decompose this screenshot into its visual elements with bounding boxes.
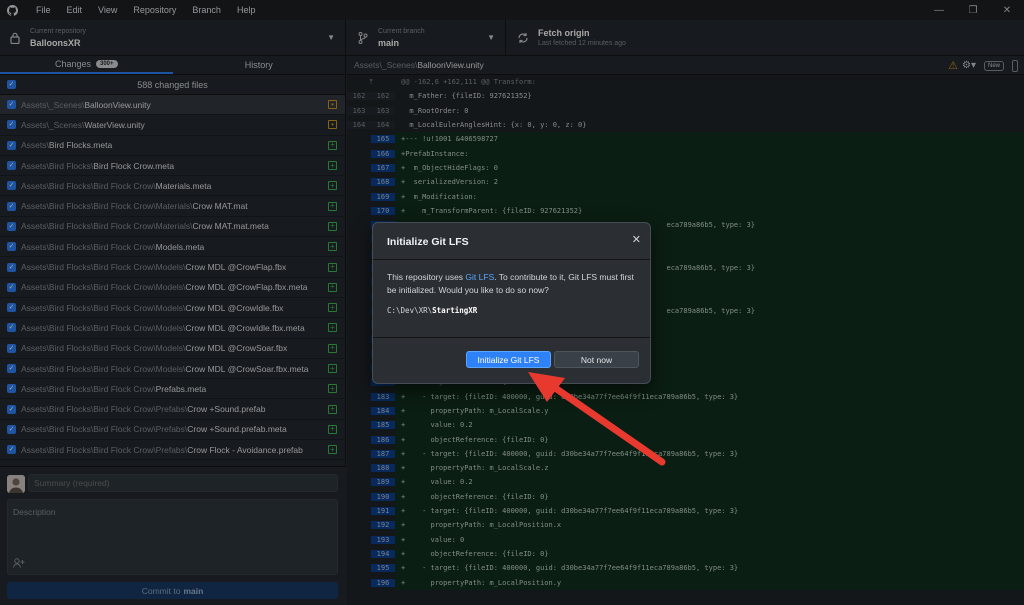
path-name: StartingXR [432,306,478,315]
dialog-divider [373,337,650,338]
dialog-message: This repository uses Git LFS. To contrib… [387,271,639,296]
message-prefix: This repository uses [387,272,466,282]
initialize-git-lfs-dialog: Initialize Git LFS ✕ This repository use… [372,222,651,384]
repository-path: C:\Dev\XR\StartingXR [387,306,477,315]
initialize-git-lfs-button[interactable]: Initialize Git LFS [466,351,551,368]
dialog-divider [373,259,650,260]
dialog-title: Initialize Git LFS [387,236,469,248]
not-now-button[interactable]: Not now [554,351,639,368]
git-lfs-link[interactable]: Git LFS [465,272,494,282]
path-prefix: C:\Dev\XR\ [387,306,433,315]
close-icon[interactable]: ✕ [632,233,641,246]
